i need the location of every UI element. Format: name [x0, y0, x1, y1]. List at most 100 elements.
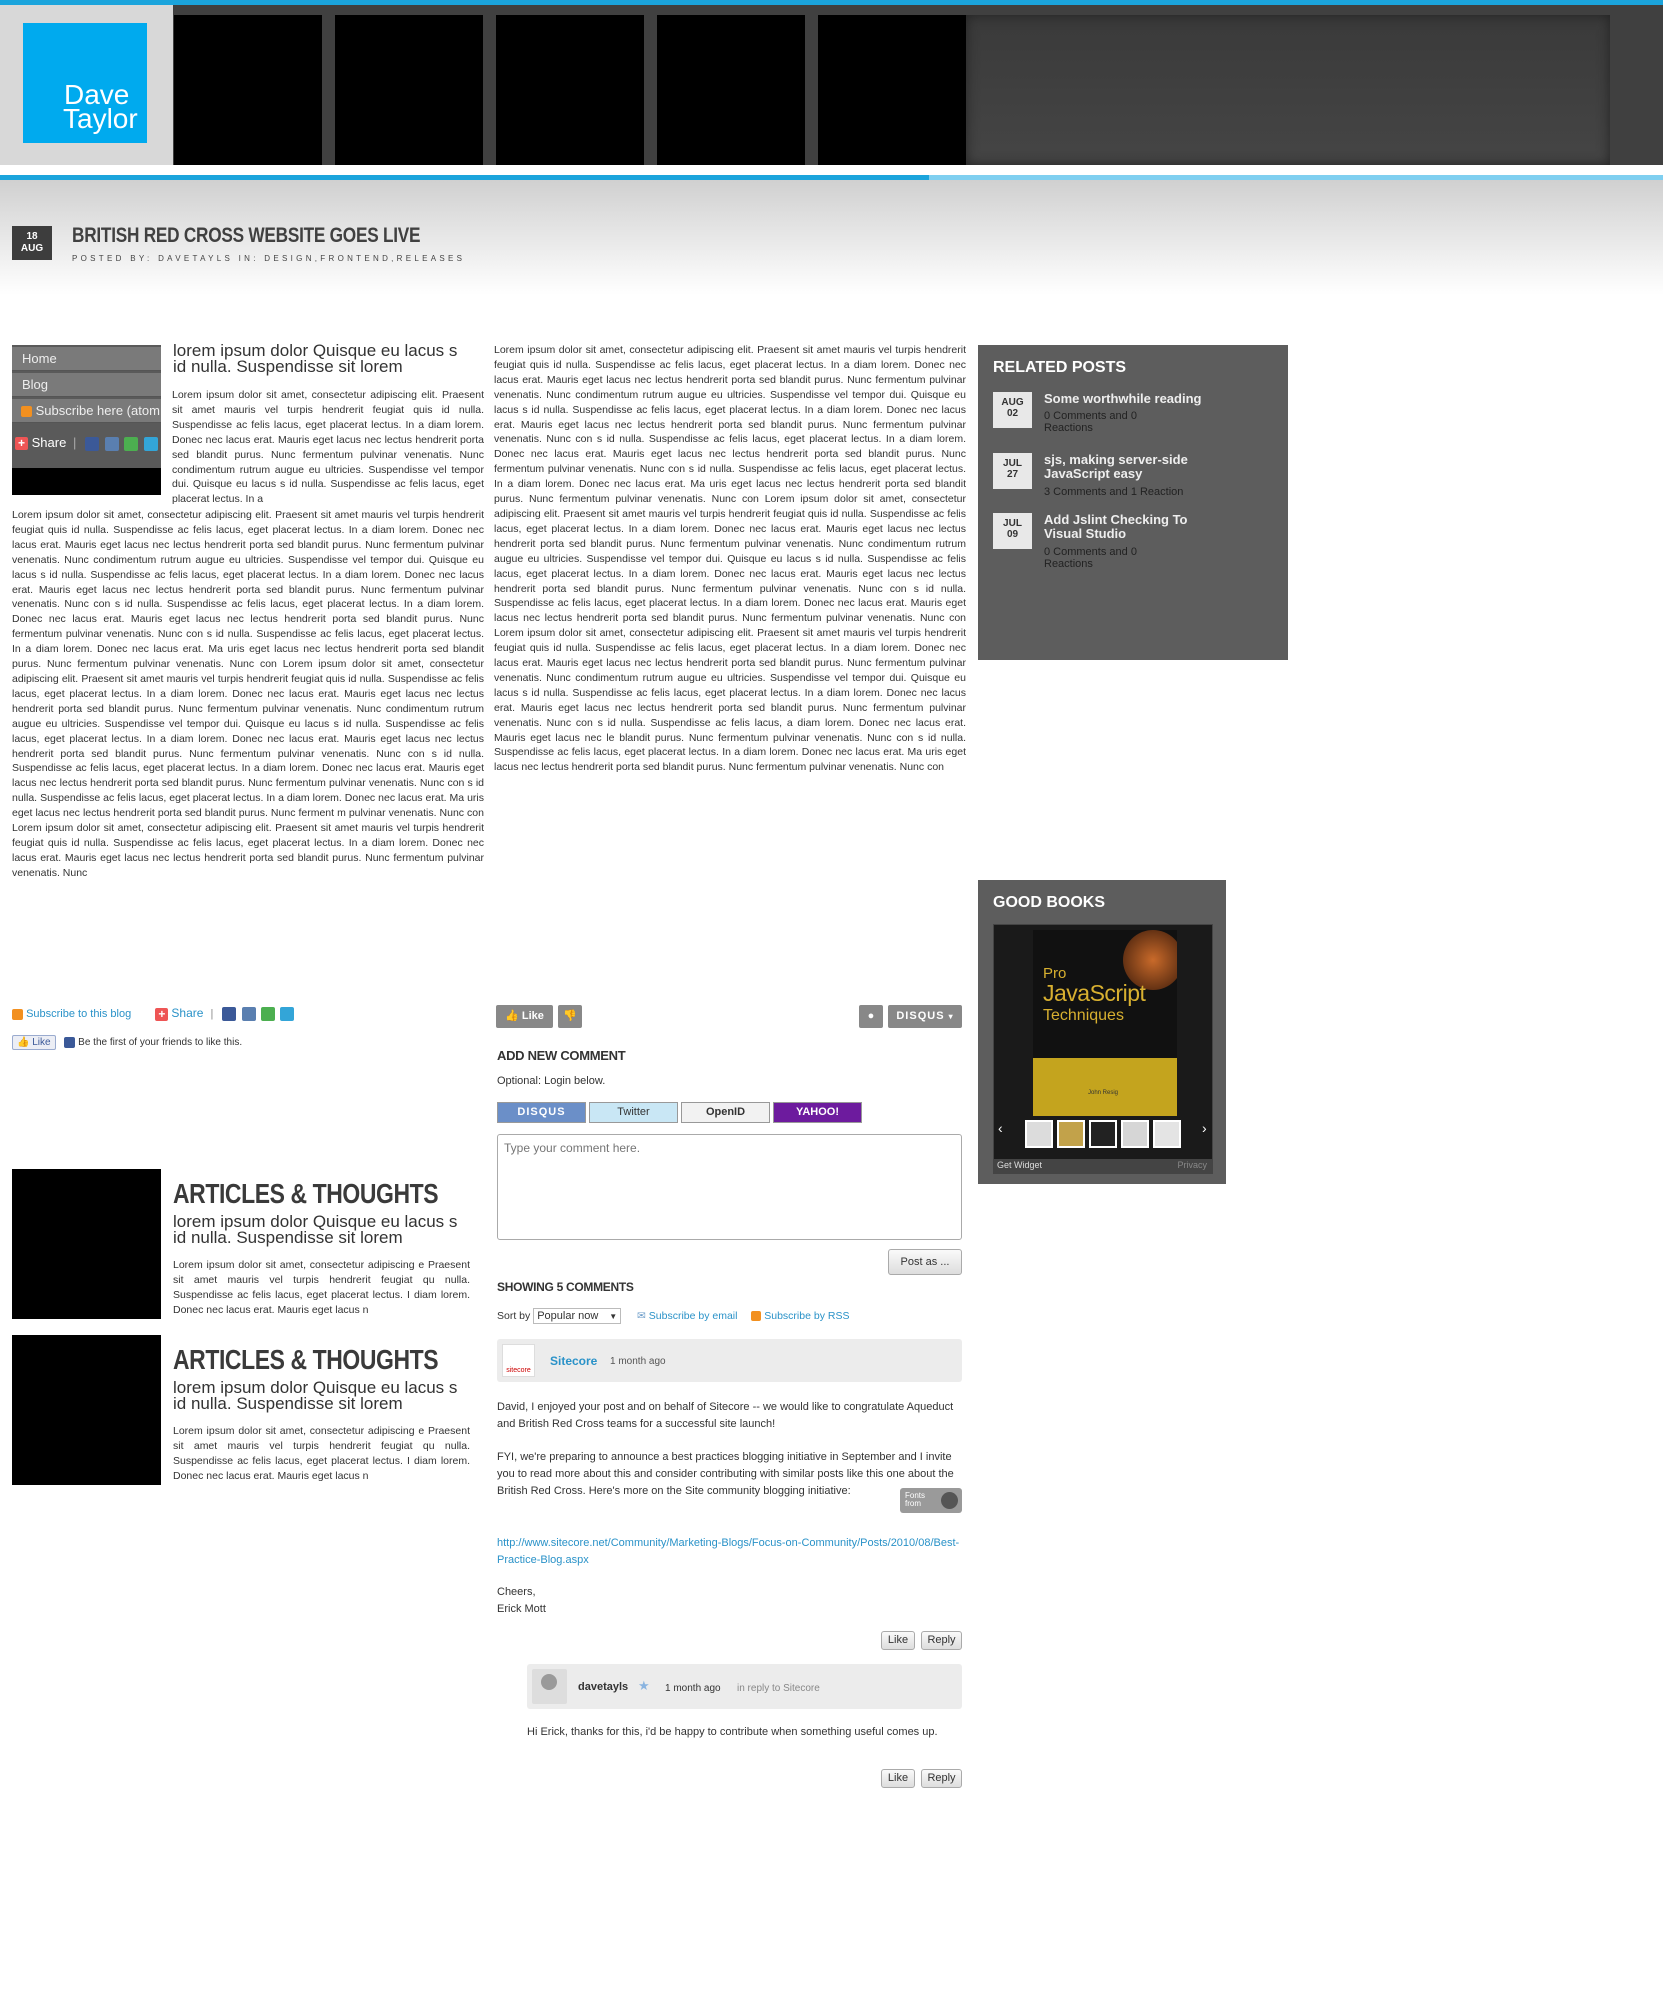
- get-widget-link[interactable]: Get Widget: [997, 1160, 1042, 1170]
- showing-comments-title: SHOWING 5 COMMENTS: [497, 1280, 634, 1294]
- left-nav-subscribe-label: Subscribe here (atom: [35, 403, 160, 418]
- post-as-button[interactable]: Post as ...: [888, 1249, 962, 1275]
- comment-1-link[interactable]: http://www.sitecore.net/Community/Market…: [497, 1535, 962, 1569]
- dislike-button[interactable]: 👎: [558, 1005, 582, 1028]
- book-title-line3: Techniques: [1043, 1007, 1124, 1024]
- book-thumb-3[interactable]: [1089, 1120, 1117, 1148]
- google-icon[interactable]: [124, 436, 139, 451]
- facebook-icon[interactable]: [222, 1007, 237, 1022]
- related-post-1-date: AUG 02: [993, 392, 1032, 428]
- comment-1-para1: David, I enjoyed your post and on behalf…: [497, 1401, 954, 1430]
- fonts-from-badge[interactable]: Fonts from: [900, 1488, 962, 1513]
- related-post-3-date: JUL 09: [993, 513, 1032, 549]
- article-1-heading[interactable]: ARTICLES & THOUGHTS: [173, 1178, 439, 1210]
- comment-2-reply-button[interactable]: Reply: [921, 1769, 962, 1788]
- comment-2-time[interactable]: 1 month ago: [665, 1683, 721, 1694]
- related-post-3-month: JUL: [1003, 518, 1022, 529]
- twitter-icon[interactable]: [279, 1007, 294, 1022]
- comment-2-in-reply[interactable]: in reply to Sitecore: [737, 1683, 820, 1694]
- comment-1-reply-button[interactable]: Reply: [921, 1631, 962, 1650]
- share-divider: |: [210, 1008, 214, 1020]
- left-nav-share[interactable]: + Share |: [12, 431, 161, 461]
- fonts-from-label: Fonts from: [905, 1491, 926, 1508]
- subscribe-rss-link[interactable]: Subscribe by RSS: [764, 1310, 849, 1322]
- related-post-1-day: 02: [1006, 408, 1019, 419]
- left-nav-subscribe[interactable]: Subscribe here (atom: [12, 399, 161, 423]
- comment-textarea[interactable]: [497, 1134, 962, 1240]
- email-icon: ✉: [637, 1310, 646, 1322]
- twitter-icon[interactable]: [143, 436, 158, 451]
- left-nav-home[interactable]: Home: [12, 347, 161, 371]
- nav-tab-2[interactable]: [335, 15, 483, 165]
- facebook-icon[interactable]: [84, 436, 99, 451]
- related-post-2-day: 27: [1006, 469, 1019, 480]
- related-post-2-date: JUL 27: [993, 453, 1032, 489]
- good-books-panel: GOOD BOOKS Pro JavaScript Techniques Joh…: [978, 880, 1226, 1184]
- google-icon[interactable]: [260, 1007, 275, 1022]
- user-icon: ●: [867, 1010, 875, 1022]
- article-2-text: Lorem ipsum dolor sit amet, consectetur …: [173, 1425, 470, 1482]
- privacy-link[interactable]: Privacy: [1177, 1160, 1207, 1170]
- comment-1-signoff: Cheers,: [497, 1586, 536, 1598]
- post-intro-text: Lorem ipsum dolor sit amet, consectetur …: [172, 389, 484, 506]
- login-openid-button[interactable]: OpenID: [681, 1102, 770, 1123]
- avatar[interactable]: sitecore: [502, 1344, 535, 1377]
- article-1-image[interactable]: [12, 1169, 161, 1319]
- post-date-badge: 18 AUG: [12, 226, 52, 260]
- site-logo[interactable]: Dave Taylor: [23, 23, 147, 143]
- comment-1-author[interactable]: Sitecore: [550, 1354, 597, 1368]
- comment-2-like-button[interactable]: Like: [881, 1769, 915, 1788]
- left-nav-blog[interactable]: Blog: [12, 373, 161, 397]
- facebook-like-button[interactable]: 👍 Like: [12, 1035, 56, 1050]
- sort-by-label: Sort by: [497, 1310, 531, 1322]
- article-2-image[interactable]: [12, 1335, 161, 1485]
- article-2-heading[interactable]: ARTICLES & THOUGHTS: [173, 1344, 439, 1376]
- comments-sort-bar: Sort by Popular now ▼ ✉ Subscribe by ema…: [497, 1308, 849, 1324]
- left-black-block: [12, 468, 161, 495]
- related-posts-title: RELATED POSTS: [993, 359, 1127, 376]
- sort-select[interactable]: Popular now ▼: [533, 1308, 622, 1324]
- related-post-3-meta: 0 Comments and 0 Reactions: [1044, 546, 1137, 570]
- login-twitter-button[interactable]: Twitter: [589, 1102, 678, 1123]
- carousel-prev-icon[interactable]: ‹: [998, 1120, 1003, 1136]
- login-openid-label: OpenID: [705, 1106, 746, 1118]
- carousel-next-icon[interactable]: ›: [1202, 1120, 1207, 1136]
- comment-1-like-button[interactable]: Like: [881, 1631, 915, 1650]
- avatar[interactable]: [532, 1669, 567, 1704]
- subscribe-email-link[interactable]: Subscribe by email: [649, 1310, 738, 1322]
- disqus-menu-button[interactable]: DISQUS ▾: [888, 1005, 962, 1028]
- nav-tab-5[interactable]: [818, 15, 966, 165]
- nav-tab-1[interactable]: [174, 15, 322, 165]
- comment-2-author[interactable]: davetayls: [578, 1681, 628, 1693]
- login-yahoo-button[interactable]: YAHOO!: [773, 1102, 862, 1123]
- login-disqus-button[interactable]: DISQUS: [497, 1102, 586, 1123]
- myspace-icon[interactable]: [241, 1007, 256, 1022]
- chevron-down-icon: ▼: [609, 1312, 618, 1321]
- related-post-2-title[interactable]: sjs, making server-side JavaScript easy: [1044, 453, 1194, 481]
- post-body-col1: Lorem ipsum dolor sit amet, consectetur …: [12, 509, 484, 879]
- myspace-icon[interactable]: [104, 436, 119, 451]
- nav-tab-3[interactable]: [496, 15, 644, 165]
- book-thumb-2[interactable]: [1057, 1120, 1085, 1148]
- article-2-lead: lorem ipsum dolor Quisque eu lacus s id …: [173, 1378, 458, 1413]
- facebook-like-label: Like: [32, 1037, 51, 1048]
- related-post-1-title[interactable]: Some worthwhile reading: [1044, 392, 1274, 406]
- share-plus-icon: +: [155, 1007, 169, 1021]
- book-cover[interactable]: Pro JavaScript Techniques John Resig: [1033, 930, 1177, 1116]
- book-thumb-1[interactable]: [1025, 1120, 1053, 1148]
- related-post-3-day: 09: [1006, 529, 1019, 540]
- article-1-lead: lorem ipsum dolor Quisque eu lacus s id …: [173, 1212, 458, 1247]
- book-thumb-5[interactable]: [1153, 1120, 1181, 1148]
- nav-tab-4[interactable]: [657, 15, 805, 165]
- subscribe-blog-link[interactable]: Subscribe to this blog: [26, 1008, 131, 1020]
- comment-2-header: davetayls ★ 1 month ago in reply to Site…: [527, 1664, 962, 1709]
- related-post-3-title[interactable]: Add Jslint Checking To Visual Studio: [1044, 513, 1194, 541]
- comment-1-time[interactable]: 1 month ago: [610, 1356, 666, 1367]
- share-link[interactable]: Share: [171, 1006, 203, 1020]
- book-thumb-4[interactable]: [1121, 1120, 1149, 1148]
- disqus-like-button[interactable]: 👍 Like: [496, 1005, 553, 1028]
- nav-empty-area: [966, 15, 1610, 165]
- logo-line2: Taylor: [63, 103, 138, 134]
- disqus-profile-button[interactable]: ●: [859, 1005, 883, 1028]
- facebook-icon: [64, 1036, 76, 1048]
